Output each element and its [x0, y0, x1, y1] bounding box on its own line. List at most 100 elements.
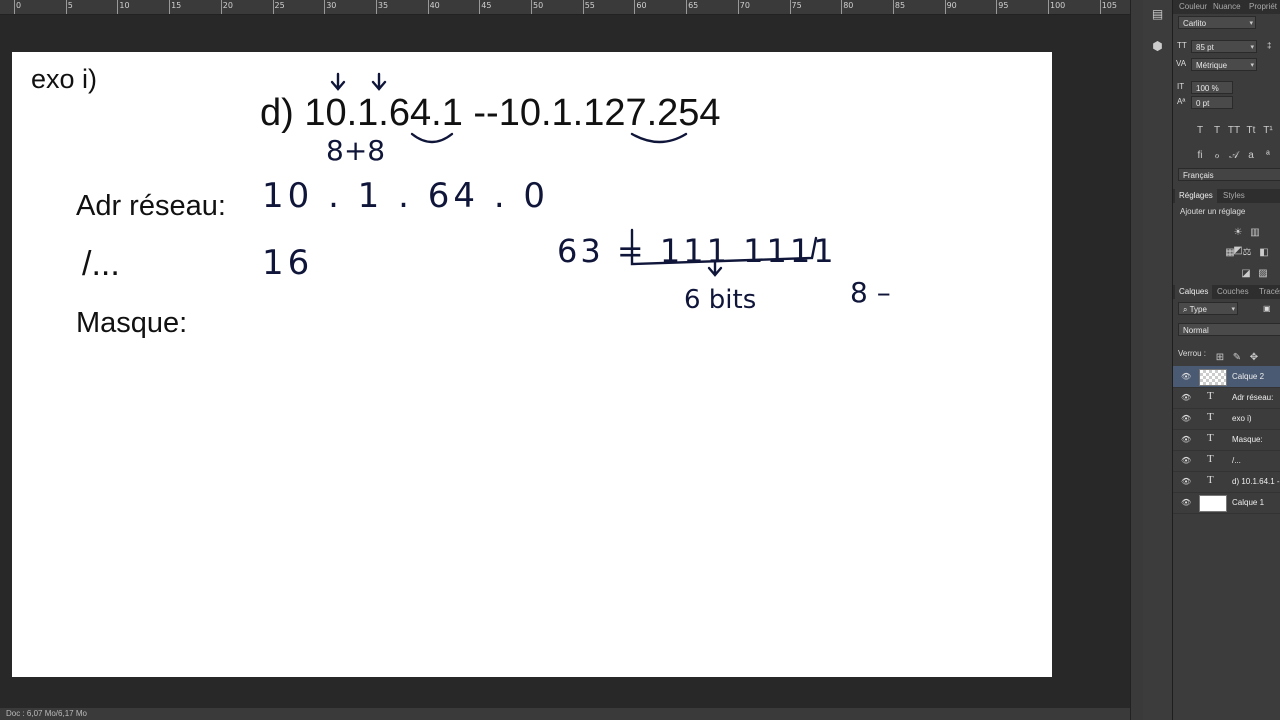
vertical-scrollbar[interactable] — [1130, 0, 1143, 720]
all-caps-icon[interactable]: TT — [1227, 125, 1241, 137]
text-style-buttons: T T TT Tt T¹ — [1193, 120, 1278, 138]
eye-icon[interactable]: 👁 — [1181, 414, 1191, 423]
text-layer-icon: T — [1207, 453, 1214, 465]
balance-icon[interactable]: ⚖ — [1240, 247, 1254, 259]
ligature-icon[interactable]: ﬁ — [1193, 150, 1207, 162]
hand-sum: 8+8 — [326, 134, 385, 167]
language-value: Français — [1183, 171, 1214, 180]
pixel-filter-icon[interactable]: ▣ — [1263, 304, 1271, 313]
ruler-label: 0 — [16, 1, 22, 10]
panel-icon-strip: ▤ ⬢ — [1143, 0, 1173, 720]
vertical-scale-field[interactable]: 100 % — [1191, 81, 1233, 94]
chevron-down-icon: ▾ — [1249, 20, 1253, 27]
font-family-value: Carlito — [1183, 19, 1207, 28]
swash-icon[interactable]: 𝒜 — [1227, 150, 1241, 162]
ruler-tick — [117, 0, 119, 14]
ruler-label: 20 — [222, 1, 233, 10]
lock-transparency-icon[interactable]: ⊞ — [1213, 352, 1227, 364]
lock-position-icon[interactable]: ✥ — [1247, 352, 1261, 364]
invert-icon[interactable]: ◪ — [1239, 268, 1253, 280]
vibrance-icon[interactable]: ▦ — [1223, 247, 1237, 259]
ruler-tick — [479, 0, 481, 14]
tab-couleur[interactable]: Couleur — [1175, 0, 1211, 14]
hand-network-address: 10 . 1 . 64 . 0 — [262, 176, 549, 216]
tab-calques[interactable]: Calques — [1175, 285, 1213, 299]
ruler-label: 50 — [533, 1, 544, 10]
arrow-down-icon — [330, 72, 346, 91]
eye-icon[interactable]: 👁 — [1181, 372, 1191, 381]
superscript-icon[interactable]: T¹ — [1261, 125, 1275, 137]
discretionary-icon[interactable]: ℴ — [1210, 150, 1224, 162]
tab-styles[interactable]: Styles — [1219, 189, 1249, 203]
tab-proprietes[interactable]: Propriét — [1245, 0, 1280, 14]
layer-row[interactable]: 👁 T Adr réseau: — [1173, 387, 1280, 409]
language-select[interactable]: Français — [1178, 168, 1280, 181]
document-canvas[interactable]: exo i) d) 10.1.64.1 --10.1.127.254 Adr r… — [12, 52, 1052, 677]
baseline-shift-field[interactable]: 0 pt — [1191, 96, 1233, 109]
font-size-field[interactable]: 85 pt ▾ — [1191, 40, 1257, 53]
tab-couches[interactable]: Couches — [1213, 285, 1253, 299]
font-family-select[interactable]: Carlito ▾ — [1178, 16, 1256, 29]
eye-icon[interactable]: 👁 — [1181, 393, 1191, 402]
chevron-down-icon: ▾ — [1231, 306, 1235, 313]
baseline-shift-icon: Aª — [1177, 97, 1186, 106]
tab-nuance[interactable]: Nuance — [1209, 0, 1245, 14]
eye-icon[interactable]: 👁 — [1181, 435, 1191, 444]
hand-bits: 6 bits — [684, 285, 756, 315]
black-white-icon[interactable]: ◧ — [1257, 247, 1271, 259]
layer-thumbnail — [1199, 369, 1227, 386]
layer-name: /... — [1232, 456, 1241, 465]
history-icon[interactable]: ▤ — [1149, 6, 1166, 23]
text-layer-icon: T — [1207, 390, 1214, 402]
ruler-label: 45 — [481, 1, 492, 10]
eye-icon[interactable]: 👁 — [1181, 456, 1191, 465]
font-size-value: 85 pt — [1196, 43, 1214, 52]
layer-row[interactable]: 👁 T /... — [1173, 450, 1280, 472]
faux-bold-icon[interactable]: T — [1193, 125, 1207, 137]
layer-filter-select[interactable]: ⌕ Type ▾ — [1178, 302, 1238, 315]
eye-icon[interactable]: 👁 — [1181, 498, 1191, 507]
hand-binary: 63 = 111 1111 — [557, 232, 837, 270]
layer-row[interactable]: 👁 T Masque: — [1173, 429, 1280, 451]
layer-name: d) 10.1.64.1 -- — [1232, 477, 1280, 486]
text-layer-icon: T — [1207, 432, 1214, 444]
ruler-tick — [65, 0, 67, 14]
hand-prefix-value: 16 — [262, 243, 313, 283]
layer-row[interactable]: 👁 Td) 10.1.64.1 -- — [1173, 471, 1280, 493]
brightness-icon[interactable]: ☀ — [1231, 227, 1245, 239]
alternates-icon[interactable]: a — [1244, 150, 1258, 162]
levels-icon[interactable]: ▥ — [1248, 227, 1262, 239]
layer-row[interactable]: 👁 Calque 1 — [1173, 492, 1280, 514]
layers-tabs: Calques Couches Tracés — [1173, 285, 1280, 299]
ruler-tick — [686, 0, 688, 14]
ruler-label: 80 — [843, 1, 854, 10]
kerning-field[interactable]: Métrique ▾ — [1191, 58, 1257, 71]
lock-pixels-icon[interactable]: ✎ — [1230, 352, 1244, 364]
lock-label: Verrou : — [1178, 349, 1207, 358]
3d-cube-icon[interactable]: ⬢ — [1149, 38, 1166, 55]
adjustments-tabs: Réglages Styles — [1173, 189, 1280, 203]
small-caps-icon[interactable]: Tt — [1244, 125, 1258, 137]
blend-mode-select[interactable]: Normal — [1178, 323, 1280, 336]
ruler-label: 75 — [791, 1, 802, 10]
ruler-tick — [634, 0, 636, 14]
gradient-map-icon[interactable]: ▨ — [1256, 268, 1270, 280]
layer-row[interactable]: 👁 Calque 2 — [1173, 366, 1280, 388]
status-bar: Doc : 6,07 Mo/6,17 Mo — [0, 708, 1136, 720]
tab-reglages[interactable]: Réglages — [1175, 189, 1217, 203]
chevron-down-icon: ▾ — [1250, 62, 1254, 69]
ruler-label: 15 — [171, 1, 182, 10]
ruler-label: 60 — [636, 1, 647, 10]
eye-icon[interactable]: 👁 — [1181, 477, 1191, 486]
ruler-tick — [841, 0, 843, 14]
layer-row[interactable]: 👁 Texo i) — [1173, 408, 1280, 430]
horizontal-ruler: 0 5 10 15 20 25 30 35 40 45 50 55 60 65 70 75 80 85 90 95 10… — [0, 0, 1130, 15]
layer-name: Calque 1 — [1232, 498, 1265, 507]
character-tabs: Couleur Nuance Propriét — [1173, 0, 1280, 14]
faux-italic-icon[interactable]: T — [1210, 125, 1224, 137]
underline-curve — [630, 132, 688, 144]
tab-traces[interactable]: Tracés — [1255, 285, 1280, 299]
layer-name: Calque 2 — [1232, 372, 1265, 381]
ruler-tick — [944, 0, 946, 14]
ordinal-icon[interactable]: ª — [1261, 150, 1275, 162]
